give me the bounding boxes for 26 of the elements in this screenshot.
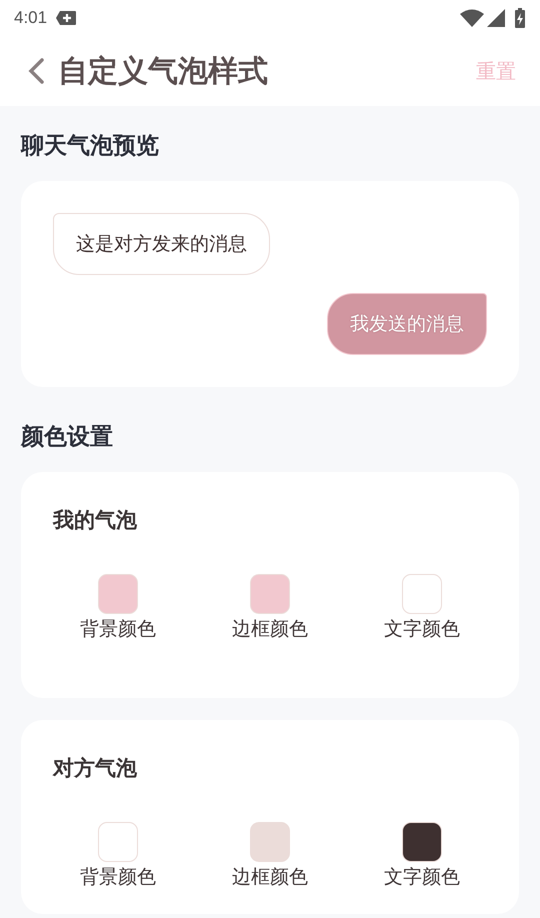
section-title: 聊天气泡预览 — [20, 132, 160, 161]
back-icon[interactable] — [26, 58, 46, 84]
swatch-label: 边框颜色 — [232, 617, 308, 642]
color-swatch[interactable] — [402, 574, 442, 614]
group-title: 我的气泡 — [53, 507, 138, 534]
group-title: 对方气泡 — [53, 755, 138, 782]
signal-icon — [486, 9, 506, 27]
section-title: 颜色设置 — [20, 423, 114, 452]
reset-button[interactable]: 重置 — [472, 54, 520, 88]
swatch-label: 背景颜色 — [80, 865, 156, 890]
color-swatch[interactable] — [402, 822, 442, 862]
color-swatch[interactable] — [250, 822, 290, 862]
notification-icon — [55, 10, 78, 26]
color-swatch[interactable] — [250, 574, 290, 614]
color-swatch[interactable] — [98, 822, 138, 862]
swatch-label: 文字颜色 — [384, 865, 460, 890]
page-title: 自定义气泡样式 — [58, 52, 269, 90]
swatch-label: 文字颜色 — [384, 617, 460, 642]
received-message-bubble: 这是对方发来的消息 — [53, 213, 270, 275]
battery-icon — [514, 8, 526, 28]
color-swatch[interactable] — [98, 574, 138, 614]
swatch-label: 边框颜色 — [232, 865, 308, 890]
swatch-label: 背景颜色 — [80, 617, 156, 642]
sent-message-bubble: 我发送的消息 — [327, 293, 487, 355]
clock-time: 4:01 — [14, 8, 48, 28]
wifi-icon — [460, 9, 484, 27]
